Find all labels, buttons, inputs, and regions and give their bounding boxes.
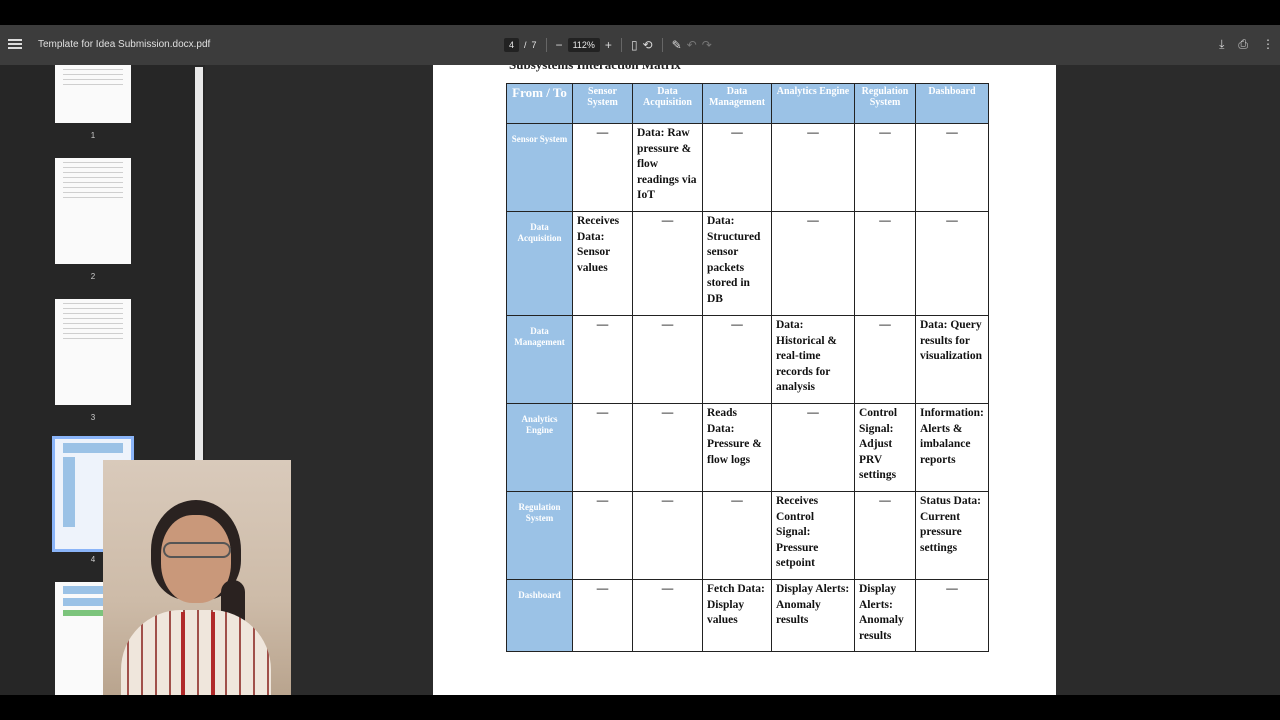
table-cell: Reads Data: Pressure & flow logs <box>702 403 772 492</box>
table-row: Regulation System — — — Receives Control… <box>506 491 989 580</box>
thumbnail-label: 2 <box>90 272 96 281</box>
column-header: Data Acquisition <box>632 83 703 124</box>
row-header: Analytics Engine <box>506 403 573 492</box>
page-controls: 4 / 7 − 112% + ▯ ⟲ ✎ ↶ ↷ <box>504 38 712 52</box>
table-row: Data Management — — — Data: Historical &… <box>506 315 989 404</box>
table-cell: — <box>572 579 633 652</box>
rotate-icon[interactable]: ⟲ <box>643 38 653 52</box>
menu-icon[interactable] <box>8 37 22 51</box>
page-thumbnail[interactable] <box>55 299 131 405</box>
document-title: Template for Idea Submission.docx.pdf <box>38 39 211 50</box>
table-cell: Information: Alerts & imbalance reports <box>915 403 989 492</box>
table-row: Data Acquisition Receives Data: Sensor v… <box>506 211 989 316</box>
column-header: Analytics Engine <box>771 83 855 124</box>
page-thumbnail[interactable] <box>55 158 131 264</box>
table-cell: Data: Structured sensor packets stored i… <box>702 211 772 316</box>
table-row: Analytics Engine — — Reads Data: Pressur… <box>506 403 989 492</box>
table-cell: — <box>702 315 772 404</box>
thumbnail-label: 1 <box>90 131 96 140</box>
table-cell: Receives Data: Sensor values <box>572 211 633 316</box>
table-cell: Data: Query results for visualization <box>915 315 989 404</box>
document-viewer[interactable]: Subsystems Interaction Matrix From / To … <box>205 65 1280 695</box>
column-header: Regulation System <box>854 83 916 124</box>
table-cell: — <box>572 315 633 404</box>
table-cell: — <box>771 123 855 212</box>
zoom-out-button[interactable]: − <box>556 38 563 52</box>
table-cell: — <box>702 491 772 580</box>
table-cell: — <box>572 403 633 492</box>
pdf-page: Subsystems Interaction Matrix From / To … <box>433 65 1056 695</box>
table-cell: — <box>572 123 633 212</box>
table-cell: — <box>915 579 989 652</box>
table-cell: — <box>854 315 916 404</box>
download-icon[interactable]: ⤓ <box>1219 37 1224 52</box>
column-header: Data Management <box>702 83 772 124</box>
row-header: Data Management <box>506 315 573 404</box>
table-cell: — <box>632 403 703 492</box>
presenter-lanyard <box>181 612 215 695</box>
zoom-level[interactable]: 112% <box>567 38 600 52</box>
table-cell: — <box>854 491 916 580</box>
undo-icon[interactable]: ↶ <box>687 38 697 52</box>
divider <box>545 38 547 52</box>
table-cell: — <box>632 211 703 316</box>
table-cell: — <box>915 123 989 212</box>
table-cell: Data: Raw pressure & flow readings via I… <box>632 123 703 212</box>
row-header: Sensor System <box>506 123 573 212</box>
table-row: Dashboard — — Fetch Data: Display values… <box>506 579 989 652</box>
webcam-overlay <box>103 460 291 695</box>
table-cell: Data: Historical & real-time records for… <box>771 315 855 404</box>
table-cell: — <box>632 491 703 580</box>
divider <box>620 38 622 52</box>
table-cell: Display Alerts: Anomaly results <box>854 579 916 652</box>
table-cell: — <box>632 315 703 404</box>
sidebar-scrollbar[interactable] <box>195 67 203 460</box>
table-cell: Display Alerts: Anomaly results <box>771 579 855 652</box>
redo-icon[interactable]: ↷ <box>702 38 712 52</box>
page-number-input[interactable]: 4 <box>504 38 520 52</box>
table-cell: Status Data: Current pressure settings <box>915 491 989 580</box>
page-separator: / <box>524 40 527 50</box>
table-cell: — <box>771 211 855 316</box>
column-header: Sensor System <box>572 83 633 124</box>
more-options-icon[interactable]: ⋮ <box>1262 37 1274 52</box>
table-cell: — <box>771 403 855 492</box>
table-cell: — <box>854 211 916 316</box>
pdf-toolbar: Template for Idea Submission.docx.pdf 4 … <box>0 25 1280 65</box>
divider <box>661 38 663 52</box>
table-cell: — <box>632 579 703 652</box>
page-thumbnail[interactable] <box>55 65 131 123</box>
interaction-matrix-table: From / To Sensor System Data Acquisition… <box>506 83 989 652</box>
table-cell: Receives Control Signal: Pressure setpoi… <box>771 491 855 580</box>
table-row: Sensor System — Data: Raw pressure & flo… <box>506 123 989 212</box>
row-header: Regulation System <box>506 491 573 580</box>
column-header: Dashboard <box>915 83 989 124</box>
table-cell: — <box>915 211 989 316</box>
toolbar-actions: ⤓ ⎙ ⋮ <box>1219 37 1274 52</box>
annotate-icon[interactable]: ✎ <box>672 38 682 52</box>
table-cell: — <box>572 491 633 580</box>
table-cell: — <box>854 123 916 212</box>
header-row: From / To Sensor System Data Acquisition… <box>506 83 989 124</box>
thumbnail-label: 3 <box>90 413 96 422</box>
print-icon[interactable]: ⎙ <box>1238 37 1248 52</box>
total-pages: 7 <box>531 40 537 50</box>
row-header: Dashboard <box>506 579 573 652</box>
row-header: Data Acquisition <box>506 211 573 316</box>
presenter-glasses <box>163 542 231 558</box>
table-cell: Fetch Data: Display values <box>702 579 772 652</box>
fit-page-icon[interactable]: ▯ <box>631 38 638 52</box>
table-cell: Control Signal: Adjust PRV settings <box>854 403 916 492</box>
table-cell: — <box>702 123 772 212</box>
section-heading: Subsystems Interaction Matrix <box>509 65 681 73</box>
zoom-in-button[interactable]: + <box>605 38 612 52</box>
corner-header: From / To <box>506 83 573 124</box>
